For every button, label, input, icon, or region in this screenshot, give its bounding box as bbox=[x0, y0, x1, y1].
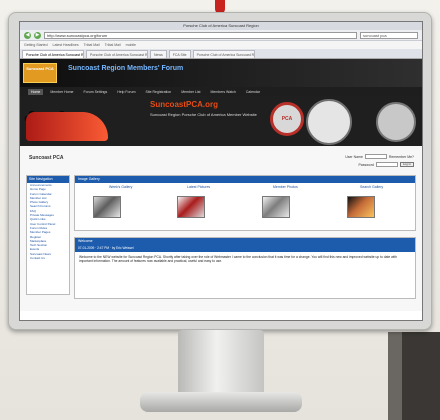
sidebar-title: Site Navigation bbox=[27, 176, 69, 183]
address-bar[interactable]: http://www.suncoastpca.org/forum bbox=[44, 31, 357, 39]
window-title: Porsche Club of America Suncoast Region bbox=[20, 22, 422, 30]
gallery-thumbnail[interactable] bbox=[93, 196, 121, 218]
site-header: Suncoast PCA Suncoast Region Members' Fo… bbox=[20, 59, 422, 87]
forum-content: Suncoast PCA User Name Remember Me? Pass… bbox=[26, 151, 418, 307]
password-input[interactable] bbox=[375, 162, 398, 167]
gallery-caption[interactable]: Search Gallery bbox=[360, 185, 383, 189]
browser-tabs: Porsche Club of America Suncoast Region … bbox=[20, 49, 422, 59]
image-gallery-panel: Image Gallery Week's Gallery Latest Pict… bbox=[74, 175, 416, 231]
bookmark-item[interactable]: Tribal Mail bbox=[105, 43, 121, 47]
gauge-image bbox=[376, 102, 416, 142]
nav-member-list[interactable]: Member List bbox=[178, 89, 203, 95]
side-object bbox=[388, 332, 440, 420]
browser-tab[interactable]: Porsche Club of America Suncoast Region bbox=[86, 50, 148, 58]
monitor-stand-base bbox=[140, 392, 302, 412]
browser-tab[interactable]: Porsche Club of America Suncoast Region bbox=[22, 50, 84, 58]
bookmark-item[interactable]: Getting Started bbox=[24, 43, 48, 47]
site-sidebar: Site Navigation Announcements Home Page … bbox=[26, 175, 70, 295]
nav-calendar[interactable]: Calendar bbox=[243, 89, 263, 95]
username-label: User Name bbox=[345, 154, 363, 159]
gallery-thumbnail[interactable] bbox=[177, 196, 205, 218]
username-input[interactable] bbox=[364, 154, 387, 159]
nav-member-home[interactable]: Member Home bbox=[47, 89, 76, 95]
forum-webpage: Suncoast PCA Suncoast Region Members' Fo… bbox=[20, 59, 422, 311]
browser-screen: Porsche Club of America Suncoast Region … bbox=[19, 21, 423, 321]
forward-arrow-icon[interactable]: ▶ bbox=[34, 31, 41, 39]
bookmarks-toolbar: Getting Started Latest Headlines Tribal … bbox=[20, 41, 422, 49]
nav-help-forum[interactable]: Help Forum bbox=[114, 89, 138, 95]
site-navigation: Home Member Home Forum Settings Help For… bbox=[20, 87, 422, 96]
password-label: Password bbox=[358, 162, 374, 167]
browser-tab[interactable]: News bbox=[150, 50, 167, 58]
red-porsche-image bbox=[26, 112, 108, 141]
nav-home[interactable]: Home bbox=[28, 88, 44, 95]
browser-tab[interactable]: Porsche Club of America Suncoast Region bbox=[192, 50, 255, 58]
gallery-caption[interactable]: Latest Pictures bbox=[187, 185, 210, 189]
gallery-title: Image Gallery bbox=[75, 176, 415, 183]
site-banner: ♣ ♣ SuncoastPCA.org Suncoast Region Pors… bbox=[20, 96, 422, 146]
gallery-thumbnail[interactable] bbox=[262, 196, 290, 218]
sidebar-link[interactable]: Contact Us bbox=[27, 256, 69, 260]
browser-search-input[interactable]: suncoast pca bbox=[360, 31, 418, 39]
site-title: Suncoast Region Members' Forum bbox=[68, 65, 184, 72]
site-logo[interactable]: Suncoast PCA bbox=[23, 63, 57, 83]
login-box: User Name Remember Me? Password Log in bbox=[326, 151, 414, 177]
browser-tab[interactable]: FCA Site bbox=[168, 50, 191, 58]
gallery-caption[interactable]: Member Photos bbox=[273, 185, 298, 189]
forum-title: Suncoast PCA bbox=[29, 155, 64, 161]
banner-label: SuncoastPCA.org bbox=[150, 100, 219, 109]
bookmark-item[interactable]: mobile bbox=[126, 43, 136, 47]
bookmark-item[interactable]: Latest Headlines bbox=[53, 43, 79, 47]
club-badge: PCA bbox=[270, 102, 304, 136]
back-arrow-icon[interactable]: ◀ bbox=[24, 31, 31, 39]
nav-site-registration[interactable]: Site Registration bbox=[143, 89, 175, 95]
welcome-post: Welcome 07-01-2009 · 2:47 PM · by Eric W… bbox=[74, 237, 416, 299]
welcome-title: Welcome bbox=[75, 238, 415, 245]
login-button[interactable]: Log in bbox=[399, 162, 414, 167]
monitor-stand-neck bbox=[178, 330, 264, 398]
computer-monitor: Porsche Club of America Suncoast Region … bbox=[8, 12, 432, 330]
banner-tagline: Suncoast Region Porsche Club of America … bbox=[150, 112, 257, 117]
remember-me-label[interactable]: Remember Me? bbox=[389, 155, 414, 159]
nav-members-watch[interactable]: Members Watch bbox=[207, 89, 238, 95]
welcome-text: Welcome to the NEW website for Suncoast … bbox=[79, 255, 398, 264]
bookmark-item[interactable]: Tribal Mail bbox=[84, 43, 100, 47]
speedometer-image bbox=[306, 99, 352, 145]
gallery-thumbnail[interactable] bbox=[347, 196, 375, 218]
gallery-caption[interactable]: Week's Gallery bbox=[109, 185, 132, 189]
browser-toolbar: ◀ ▶ http://www.suncoastpca.org/forum sun… bbox=[20, 30, 422, 41]
nav-forum-settings[interactable]: Forum Settings bbox=[81, 89, 111, 95]
welcome-meta: 07-01-2009 · 2:47 PM · by Eric Weissel bbox=[75, 245, 415, 252]
